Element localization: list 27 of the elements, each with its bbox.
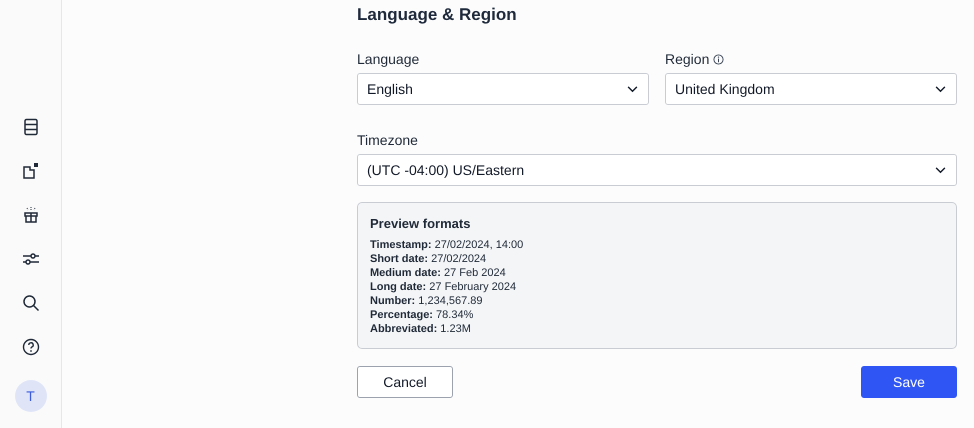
field-label: Language bbox=[357, 51, 420, 67]
chevron-down-icon bbox=[935, 86, 946, 92]
info-icon[interactable] bbox=[713, 54, 724, 64]
chevron-down-icon bbox=[627, 86, 638, 92]
save-button[interactable]: Save bbox=[861, 366, 957, 398]
database-icon[interactable] bbox=[22, 118, 40, 136]
select-field[interactable]: United Kingdom bbox=[665, 73, 957, 105]
gift-icon[interactable] bbox=[22, 206, 40, 224]
format-line: Timestamp: 27/02/2024, 14:00 bbox=[370, 238, 524, 252]
document-icon[interactable] bbox=[22, 162, 40, 180]
chevron-down-icon bbox=[935, 166, 946, 174]
format-line: Medium date: 27 Feb 2024 bbox=[370, 266, 507, 280]
format-line: Long date: 27 February 2024 bbox=[370, 280, 518, 294]
field-label: Timezone bbox=[357, 132, 418, 148]
format-line: Short date: 27/02/2024 bbox=[370, 252, 488, 266]
format-line: Abbreviated: 1.23M bbox=[370, 322, 472, 336]
user-avatar[interactable]: T bbox=[14, 380, 46, 412]
format-line: Percentage: 78.34% bbox=[370, 308, 474, 322]
search-icon[interactable] bbox=[22, 294, 40, 312]
select-field[interactable]: (UTC -04:00) US/Eastern bbox=[357, 154, 957, 186]
select-field[interactable]: English bbox=[357, 73, 649, 105]
help-icon[interactable] bbox=[22, 338, 40, 356]
preview-title: Preview formats bbox=[370, 216, 472, 231]
field-label: Region bbox=[665, 51, 710, 67]
section-title: Language & Region bbox=[357, 5, 518, 25]
cancel-button[interactable]: Cancel bbox=[357, 366, 453, 398]
format-line: Number: 1,234,567.89 bbox=[370, 294, 484, 308]
